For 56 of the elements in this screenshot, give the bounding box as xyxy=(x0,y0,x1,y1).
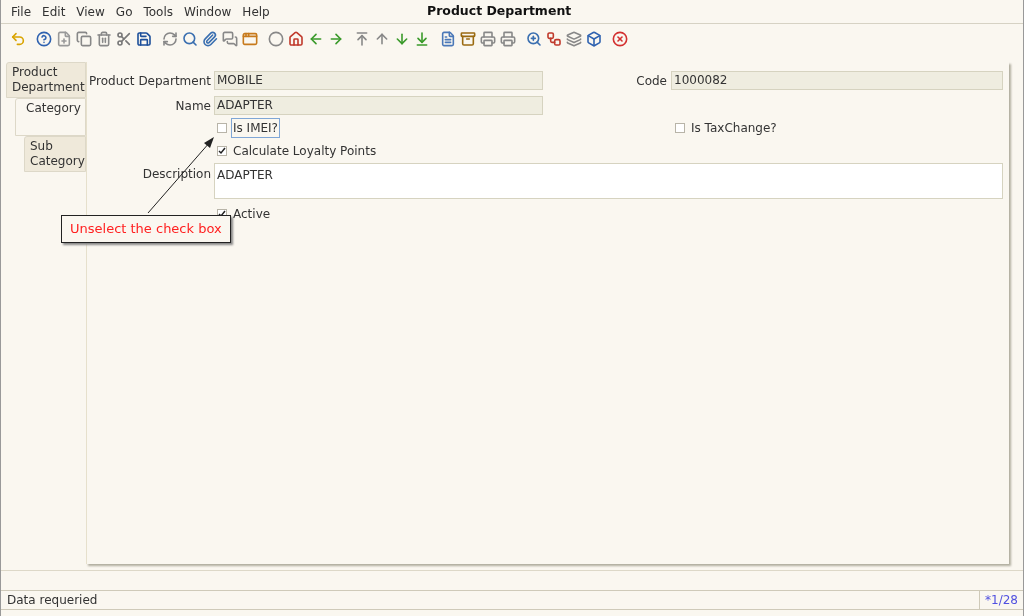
zoom-icon[interactable] xyxy=(526,31,542,47)
window-title: Product Department xyxy=(427,2,572,21)
tab[interactable]: Category xyxy=(15,98,86,136)
copy-icon[interactable] xyxy=(76,31,92,47)
record-counter: *1/28 xyxy=(979,591,1023,609)
menu-item[interactable]: View xyxy=(76,2,105,21)
archive-icon[interactable] xyxy=(460,31,476,47)
close-icon[interactable] xyxy=(612,31,628,47)
checkbox-label: Is IMEI? xyxy=(231,117,280,138)
circle-icon[interactable] xyxy=(268,31,284,47)
checkbox[interactable] xyxy=(675,122,685,133)
menu-item[interactable]: File xyxy=(11,2,32,21)
search-icon[interactable] xyxy=(182,31,198,47)
home-icon[interactable] xyxy=(288,31,304,47)
first-record-icon[interactable] xyxy=(354,31,370,47)
input-field[interactable]: 1000082 xyxy=(671,71,1003,90)
menu-item[interactable]: Go xyxy=(115,2,133,21)
left-arrow-icon[interactable] xyxy=(308,31,324,47)
field-label: Product Department xyxy=(88,72,212,90)
menu-item[interactable]: Window xyxy=(184,2,232,21)
window-icon[interactable] xyxy=(242,31,258,47)
checkbox-label: Is TaxChange? xyxy=(690,119,778,137)
callout-label: Unselect the check box xyxy=(61,215,231,243)
field-label: Description xyxy=(141,166,212,183)
input-field[interactable]: ADAPTER xyxy=(214,96,543,115)
cube-icon[interactable] xyxy=(586,31,602,47)
tab[interactable]: Product Department xyxy=(6,62,86,98)
undo-icon[interactable] xyxy=(10,31,26,47)
paperclip-icon[interactable] xyxy=(202,31,218,47)
checkbox-label: Active xyxy=(232,205,272,223)
refresh-icon[interactable] xyxy=(162,31,178,47)
text-area[interactable]: ADAPTER xyxy=(214,163,1003,199)
field-label: Code xyxy=(635,72,668,90)
help-icon[interactable] xyxy=(36,31,52,47)
right-arrow-icon[interactable] xyxy=(328,31,344,47)
delete-icon[interactable] xyxy=(96,31,112,47)
layers-icon[interactable] xyxy=(566,31,582,47)
field-label: Name xyxy=(174,97,212,115)
status-message: Data requeried xyxy=(6,592,99,609)
chat-icon[interactable] xyxy=(222,31,238,47)
save-icon[interactable] xyxy=(136,31,152,47)
last-record-icon[interactable] xyxy=(414,31,430,47)
printer-icon[interactable] xyxy=(500,31,516,47)
checkbox[interactable] xyxy=(217,122,227,133)
workflow-icon[interactable] xyxy=(546,31,562,47)
report-icon[interactable] xyxy=(440,31,456,47)
tab[interactable]: Sub Category xyxy=(24,136,86,172)
menu-item[interactable]: Edit xyxy=(42,2,66,21)
input-field[interactable]: MOBILE xyxy=(214,71,543,90)
scissors-icon[interactable] xyxy=(116,31,132,47)
printer-icon[interactable] xyxy=(480,31,496,47)
checkbox-label: Calculate Loyalty Points xyxy=(232,142,378,160)
checkbox[interactable] xyxy=(217,145,227,156)
new-document-icon[interactable] xyxy=(56,31,72,47)
menu-item[interactable]: Help xyxy=(242,2,270,21)
menu-item[interactable]: Tools xyxy=(143,2,174,21)
